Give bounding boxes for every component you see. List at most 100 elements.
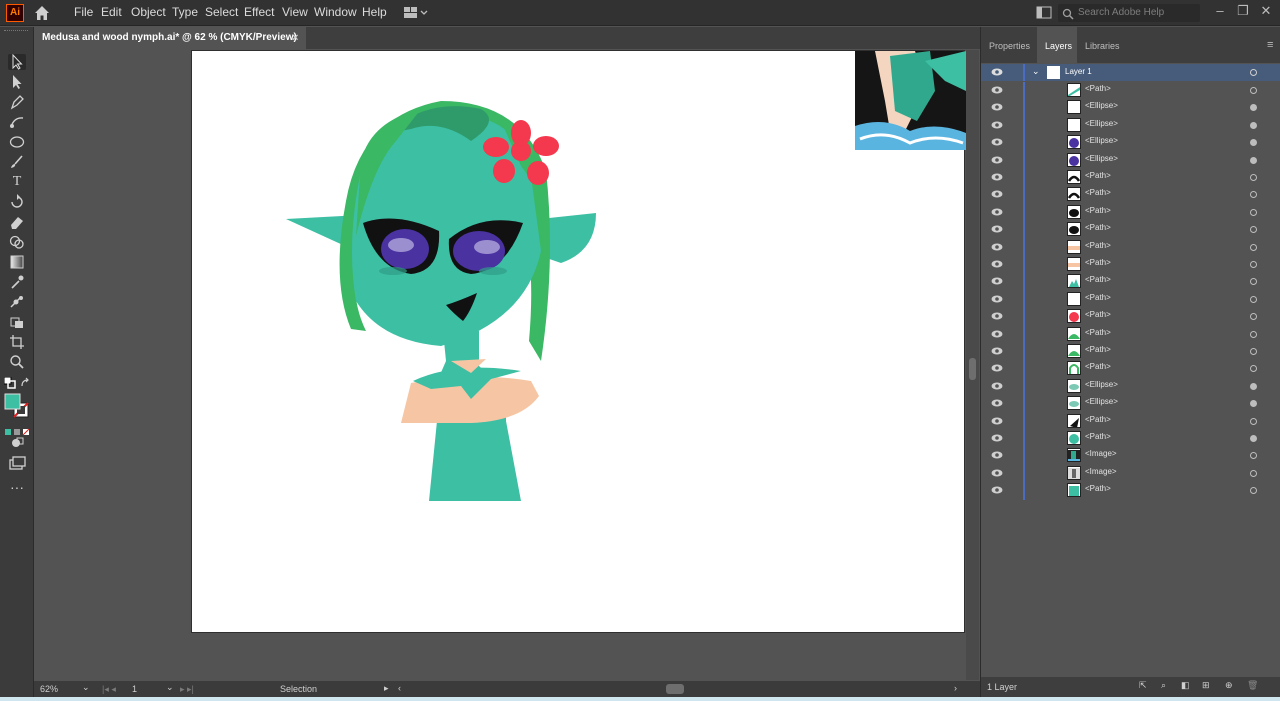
object-name[interactable]: <Path> (1085, 275, 1111, 284)
layer-row[interactable]: <Path> (981, 343, 1280, 361)
object-name[interactable]: <Path> (1085, 362, 1111, 371)
visibility-eye-icon[interactable] (991, 68, 1003, 76)
object-name[interactable]: <Image> (1085, 467, 1117, 476)
menu-view[interactable]: View (282, 5, 308, 19)
object-name[interactable]: <Path> (1085, 293, 1111, 302)
target-icon[interactable] (1250, 139, 1257, 147)
menu-object[interactable]: Object (131, 5, 166, 19)
more-tools-icon[interactable]: ··· (8, 480, 26, 499)
workspace-switcher-icon[interactable] (404, 6, 428, 20)
object-name[interactable]: <Path> (1085, 241, 1111, 250)
visibility-eye-icon[interactable] (991, 399, 1003, 407)
target-icon[interactable] (1250, 104, 1257, 112)
layer-name[interactable]: Layer 1 (1065, 67, 1092, 76)
direct-selection-tool-icon[interactable] (8, 74, 26, 90)
target-icon[interactable] (1250, 278, 1257, 286)
minimize-icon[interactable]: – (1210, 3, 1230, 21)
pen-tool-icon[interactable] (8, 94, 26, 110)
layer-row[interactable]: <Ellipse> (981, 377, 1280, 396)
layer-row[interactable]: <Path> (981, 482, 1280, 500)
target-icon[interactable] (1250, 365, 1257, 373)
object-name[interactable]: <Path> (1085, 310, 1111, 319)
menu-select[interactable]: Select (205, 5, 238, 19)
type-tool-icon[interactable]: T (8, 174, 26, 190)
target-icon[interactable] (1250, 87, 1257, 94)
visibility-eye-icon[interactable] (991, 434, 1003, 442)
target-icon[interactable] (1250, 348, 1257, 355)
layer-row[interactable]: <Path> (981, 290, 1280, 309)
layer-row[interactable]: <Ellipse> (981, 134, 1280, 152)
menu-help[interactable]: Help (362, 5, 387, 19)
visibility-eye-icon[interactable] (991, 451, 1003, 459)
object-name[interactable]: <Ellipse> (1085, 397, 1118, 406)
nymph-illustration[interactable] (192, 51, 966, 634)
visibility-eye-icon[interactable] (991, 330, 1003, 338)
object-name[interactable]: <Ellipse> (1085, 101, 1118, 110)
artboard[interactable] (191, 50, 966, 634)
visibility-eye-icon[interactable] (991, 121, 1003, 129)
vertical-scrollbar[interactable] (966, 50, 979, 680)
hscroll-left-icon[interactable]: ‹ (398, 683, 401, 693)
visibility-eye-icon[interactable] (991, 486, 1003, 494)
layer-row[interactable]: <Ellipse> (981, 116, 1280, 135)
curvature-tool-icon[interactable] (8, 114, 26, 130)
menu-file[interactable]: File (74, 5, 93, 19)
close-icon[interactable]: ✕ (1256, 3, 1276, 21)
paintbrush-tool-icon[interactable] (8, 154, 26, 170)
object-name[interactable]: <Ellipse> (1085, 119, 1118, 128)
target-icon[interactable] (1250, 452, 1257, 460)
locate-object-icon[interactable]: ⌕ (1161, 680, 1166, 691)
clipping-mask-icon[interactable]: ◧ (1181, 680, 1190, 691)
visibility-eye-icon[interactable] (991, 173, 1003, 181)
tab-close-icon[interactable]: × (292, 27, 298, 49)
layer-row[interactable]: <Path> (981, 273, 1280, 291)
object-name[interactable]: <Path> (1085, 415, 1111, 424)
visibility-eye-icon[interactable] (991, 243, 1003, 251)
layer-row[interactable]: <Path> (981, 430, 1280, 448)
menu-type[interactable]: Type (172, 5, 198, 19)
layer-row[interactable]: <Image> (981, 464, 1280, 483)
artboard-tool-icon[interactable] (8, 334, 26, 350)
target-icon[interactable] (1250, 174, 1257, 181)
hscroll-right-icon[interactable]: › (954, 683, 957, 693)
layer-row[interactable]: <Path> (981, 169, 1280, 187)
target-icon[interactable] (1250, 469, 1257, 477)
hscroll-thumb[interactable] (666, 684, 684, 694)
default-colors-icon[interactable] (3, 376, 16, 389)
target-icon[interactable] (1250, 156, 1257, 164)
layer-target-icon[interactable] (1250, 69, 1257, 76)
target-icon[interactable] (1250, 208, 1257, 216)
color-mode-icons[interactable] (5, 423, 30, 436)
layer-row[interactable]: <Path> (981, 325, 1280, 343)
target-icon[interactable] (1250, 487, 1257, 495)
target-icon[interactable] (1250, 121, 1257, 129)
toolbar-grip[interactable] (4, 30, 28, 33)
eyedropper-tool-icon[interactable] (8, 274, 26, 290)
zoom-tool-icon[interactable] (8, 354, 26, 370)
layer-row[interactable]: <Image> (981, 447, 1280, 465)
status-arrow-icon[interactable]: ▸ (384, 683, 389, 694)
target-icon[interactable] (1250, 400, 1257, 408)
artboard-dropdown-icon[interactable]: ⌄ (166, 682, 174, 693)
visibility-eye-icon[interactable] (991, 312, 1003, 320)
home-icon[interactable] (32, 4, 52, 22)
status-mode[interactable]: Selection (280, 684, 317, 694)
layer-row[interactable]: <Path> (981, 186, 1280, 204)
visibility-eye-icon[interactable] (991, 469, 1003, 477)
object-name[interactable]: <Ellipse> (1085, 380, 1118, 389)
artboard-nav-prev-icon[interactable]: |◂ ◂ (102, 684, 116, 695)
object-name[interactable]: <Path> (1085, 484, 1111, 493)
tab-libraries[interactable]: Libraries (1085, 41, 1120, 51)
menu-effect[interactable]: Effect (244, 5, 274, 19)
draw-mode-icon[interactable] (8, 435, 26, 451)
search-input[interactable]: Search Adobe Help (1058, 4, 1200, 22)
artboard-nav-next-icon[interactable]: ▸ ▸| (180, 684, 194, 695)
visibility-eye-icon[interactable] (991, 260, 1003, 268)
layer-row[interactable]: <Path> (981, 308, 1280, 326)
export-icon[interactable]: ⇱ (1139, 680, 1147, 691)
object-name[interactable]: <Image> (1085, 449, 1117, 458)
visibility-eye-icon[interactable] (991, 138, 1003, 146)
layer-row-layer-1[interactable]: ⌄ Layer 1 (981, 64, 1280, 81)
object-name[interactable]: <Path> (1085, 223, 1111, 232)
panel-toggle-icon[interactable] (1036, 6, 1052, 19)
